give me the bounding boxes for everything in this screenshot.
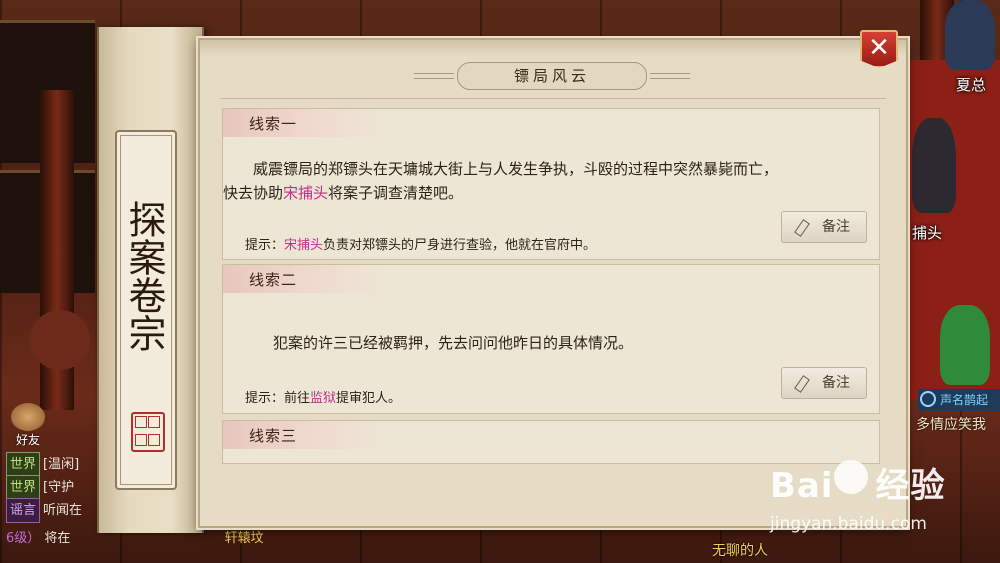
clue-hint: 提示：宋捕头负责对郑镖头的尸身进行查验，他就在官府中。 [245, 234, 596, 253]
clue-body: 犯案的许三已经被羁押，先去问问他昨日的具体情况。 [273, 334, 634, 352]
chat-place-link[interactable]: 轩辕坟 [225, 531, 264, 546]
panel-title: 镖局风云 [513, 67, 590, 85]
case-file-label: 探案卷宗 [115, 130, 177, 490]
clue-text: 将案子调查清楚吧。 [328, 184, 464, 202]
clue-card: 线索一 威震镖局的郑镖头在天墉城大街上与人发生争执，斗殴的过程中突然暴毙而亡， … [222, 108, 880, 260]
clue-title: 线索二 [249, 271, 298, 289]
watermark-url: jingyan.baidu.com [770, 514, 927, 534]
clue-hint: 提示：前往监狱提审犯人。 [245, 387, 401, 406]
close-icon: ✕ [868, 33, 890, 63]
hint-prefix: 提示： [245, 238, 285, 253]
chat-channel-tag: 世界 [6, 475, 41, 500]
chat-text: [温闲] [43, 457, 80, 472]
npc-figure[interactable] [940, 305, 990, 385]
paw-icon [834, 460, 868, 494]
clue-title: 线索三 [249, 427, 298, 445]
close-button[interactable]: ✕ [860, 30, 898, 68]
npc-figure[interactable] [912, 118, 956, 213]
friends-label: 好友 [15, 433, 40, 447]
npc-figure[interactable] [945, 0, 995, 70]
case-file-spine: 探案卷宗 [97, 27, 204, 533]
hint-text: 负责对郑镖头的尸身进行查验，他就在官府中。 [323, 238, 597, 253]
chat-channel-tag: 世界 [6, 452, 41, 477]
npc-name-label[interactable]: 捕头 [912, 222, 942, 243]
drum [30, 310, 90, 370]
watermark-logo-cn: 经验 [875, 466, 946, 506]
panel-top-edge [200, 40, 906, 56]
clue-title: 线索一 [249, 115, 298, 133]
npc-link[interactable]: 宋捕头 [284, 238, 323, 253]
clue-text: 快去协助 [223, 184, 284, 202]
baidu-watermark: Bai 经验 jingyan.baidu.com [770, 458, 990, 558]
watermark-logo-text: Bai [770, 466, 834, 506]
panel-title-plaque: 镖局风云 [414, 62, 690, 90]
npc-name-label[interactable]: 夏总 [956, 74, 986, 95]
quest-tag-label: 声名鹊起 [940, 393, 989, 407]
chat-text: 将在 [44, 531, 71, 546]
location-link[interactable]: 监狱 [310, 391, 336, 406]
clue-body: 威震镖局的郑镖头在天墉城大街上与人发生争执，斗殴的过程中突然暴毙而亡， 快去协助… [223, 157, 779, 205]
clue-header [223, 109, 383, 137]
pencil-icon [794, 219, 810, 237]
clue-header [223, 421, 383, 449]
note-button[interactable]: 备注 [781, 211, 867, 243]
search-icon [920, 391, 936, 407]
friends-button[interactable]: 好友 [8, 403, 48, 447]
chat-level: 6级） [6, 531, 41, 546]
note-button-label: 备注 [822, 375, 850, 391]
pencil-icon [794, 375, 810, 393]
chat-text: 听闻在 [43, 503, 83, 518]
case-file-panel: 镖局风云 线索一 威震镖局的郑镖头在天墉城大街上与人发生争执，斗殴的过程中突然暴… [198, 38, 908, 528]
npc-link[interactable]: 宋捕头 [283, 184, 328, 202]
chat-channel-tag: 谣言 [6, 498, 41, 523]
quest-tag[interactable]: 声名鹊起 [918, 389, 1000, 411]
handshake-icon [11, 403, 45, 431]
clue-body-line: 威震镖局的郑镖头在天墉城大街上与人发生争执，斗殴的过程中突然暴毙而亡， [253, 160, 779, 178]
chat-text: [守护 [43, 480, 75, 495]
case-file-title: 探案卷宗 [122, 200, 166, 352]
divider [220, 98, 886, 99]
clue-body-line: 快去协助宋捕头将案子调查清楚吧。 [223, 181, 778, 205]
clue-header [223, 265, 383, 293]
clue-card: 线索二 犯案的许三已经被羁押，先去问问他昨日的具体情况。 提示：前往监狱提审犯人… [222, 264, 880, 414]
hint-text: 提审犯人。 [336, 391, 402, 406]
note-button[interactable]: 备注 [781, 367, 867, 399]
player-name-label[interactable]: 多情应笑我 [916, 414, 986, 434]
note-button-label: 备注 [822, 219, 850, 235]
player-name-label[interactable]: 无聊的人 [712, 540, 768, 560]
seal-stamp [131, 412, 165, 452]
hint-prefix: 提示：前往 [245, 391, 311, 406]
